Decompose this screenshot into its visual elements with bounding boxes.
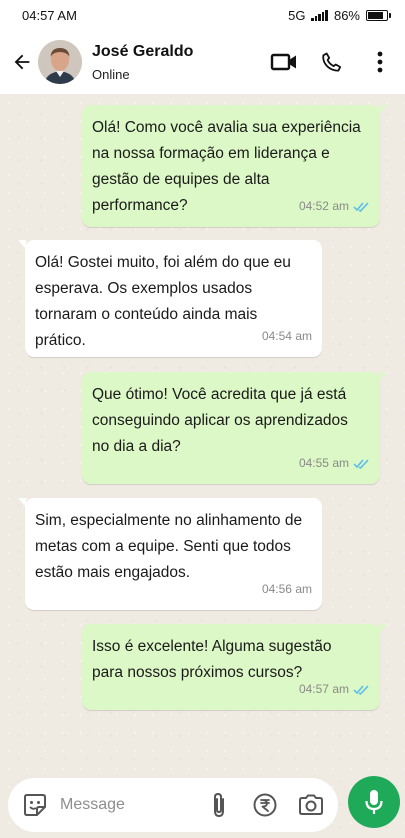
chat-area[interactable]: Olá! Como você avalia sua experiência na… [0,94,405,838]
double-check-icon [353,684,369,695]
message-meta: 04:55 am [299,450,370,476]
back-arrow-icon[interactable] [2,42,42,82]
message-input[interactable] [60,796,190,814]
message-bubble[interactable]: Olá! Gostei muito, foi além do que eu es… [18,240,322,357]
phone-icon[interactable] [317,47,347,77]
message-time: 04:54 am [261,329,312,343]
video-call-icon[interactable] [269,47,299,77]
message-time: 04:57 am [298,682,349,696]
message-bubble[interactable]: Sim, especialmente no alinhamento de met… [18,498,322,610]
message-bubble[interactable]: Que ótimo! Você acredita que já está con… [82,372,387,484]
more-options-icon[interactable] [365,47,395,77]
double-check-icon [353,458,369,469]
message-meta: 04:52 am [299,193,370,219]
battery-percent: 86% [333,7,360,23]
message-time: 04:56 am [261,582,312,596]
signal-icon [311,9,328,21]
microphone-icon [365,790,383,814]
message-text: Que ótimo! Você acredita que já está con… [92,386,348,455]
battery-icon [366,9,391,21]
contact-info[interactable]: José Geraldo Online [92,43,193,82]
message-time: 04:55 am [298,456,349,470]
rupee-payment-icon[interactable] [250,790,280,820]
header-actions [269,30,395,94]
contact-status: Online [92,66,130,82]
status-bar: 04:57 AM 5G 86% [0,0,405,30]
message-bubble[interactable]: Olá! Como você avalia sua experiência na… [82,105,387,227]
sticker-icon[interactable] [20,790,50,820]
double-check-icon [353,201,369,212]
network-label: 5G [288,7,306,23]
status-time: 04:57 AM [22,7,77,23]
message-time: 04:52 am [298,199,349,213]
microphone-button[interactable] [348,776,400,828]
attachment-icon[interactable] [204,790,234,820]
contact-name: José Geraldo [92,42,194,60]
camera-icon[interactable] [296,790,326,820]
composer-actions [204,790,326,820]
message-meta: 04:56 am [262,576,312,602]
avatar[interactable] [38,40,82,84]
message-bubble[interactable]: Isso é excelente! Alguma sugestão para n… [82,624,387,710]
message-composer [8,778,338,832]
chat-header: José Geraldo Online [0,30,405,94]
message-meta: 04:57 am [299,676,370,702]
message-text: Sim, especialmente no alinhamento de met… [35,512,303,581]
status-indicators: 5G 86% [288,8,391,23]
message-meta: 04:54 am [262,323,312,349]
